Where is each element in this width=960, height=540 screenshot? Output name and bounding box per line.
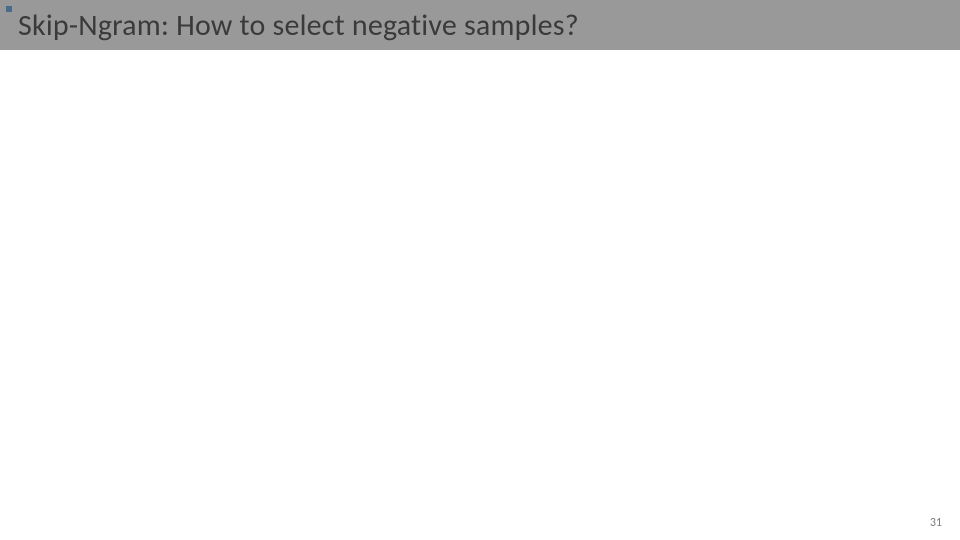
title-bar: Skip-Ngram: How to select negative sampl… <box>0 0 960 50</box>
bullet-icon <box>6 6 12 12</box>
slide-title: Skip-Ngram: How to select negative sampl… <box>10 7 579 44</box>
page-number: 31 <box>930 516 942 530</box>
